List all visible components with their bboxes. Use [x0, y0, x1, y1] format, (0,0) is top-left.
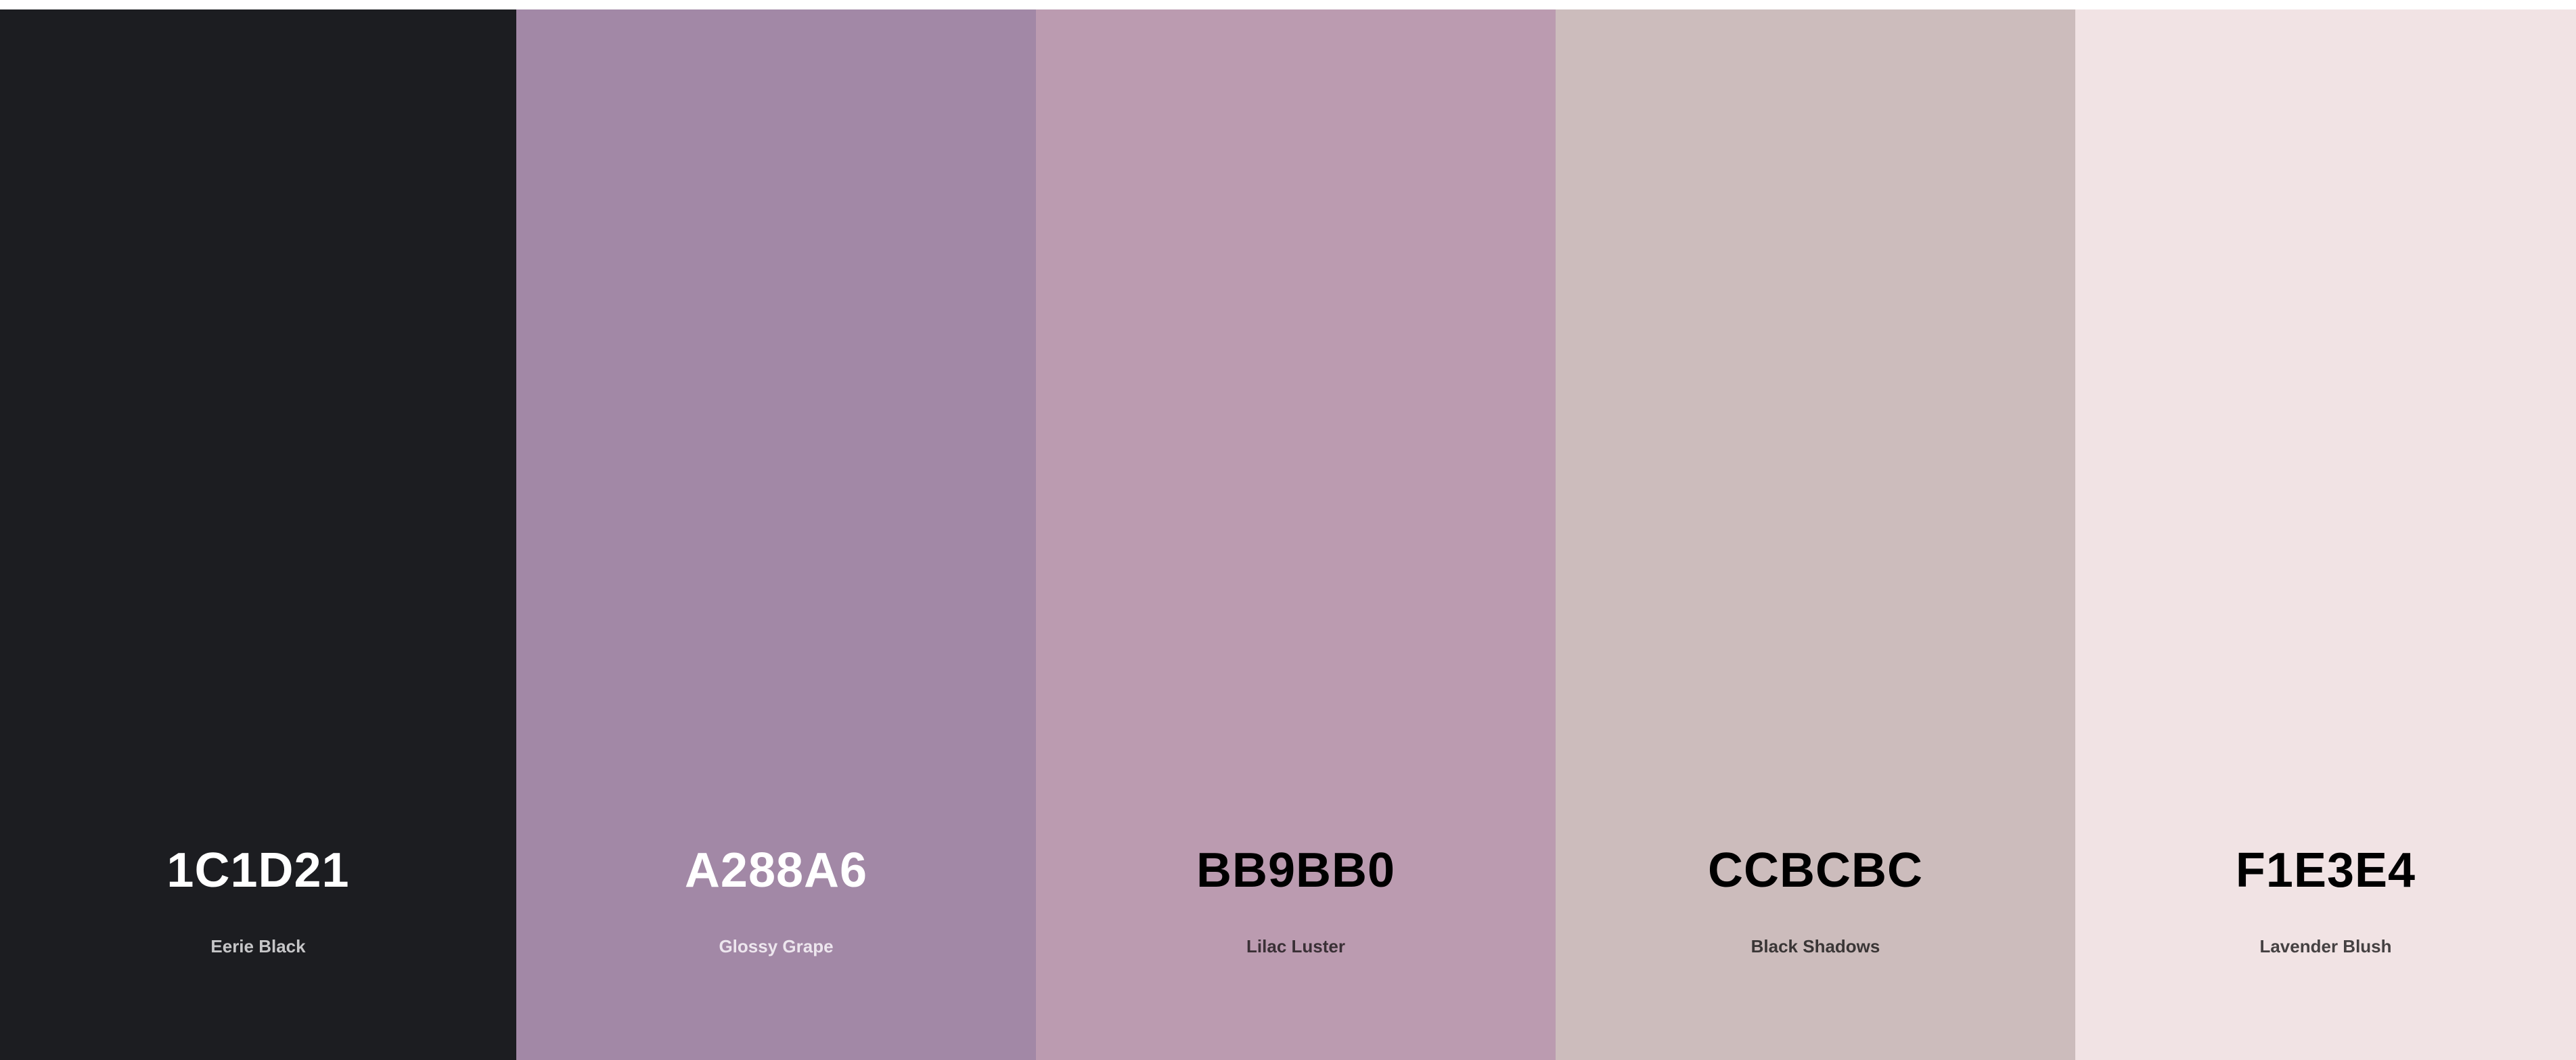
swatch-hex-code[interactable]: 1C1D21 [0, 846, 516, 895]
color-palette: 1C1D21 Eerie Black A288A6 Glossy Grape B… [0, 9, 2576, 1060]
swatch-hex-code[interactable]: A288A6 [516, 846, 1036, 895]
swatch-hex-code[interactable]: CCBCBC [1556, 846, 2075, 895]
swatch-color-name: Eerie Black [210, 936, 306, 956]
swatch-hex-code[interactable]: BB9BB0 [1036, 846, 1556, 895]
color-swatch-lilac-luster[interactable]: BB9BB0 Lilac Luster [1036, 9, 1556, 1060]
swatch-color-name: Lavender Blush [2259, 936, 2392, 956]
top-strip [0, 0, 2576, 9]
swatch-color-name: Glossy Grape [719, 936, 834, 956]
color-swatch-eerie-black[interactable]: 1C1D21 Eerie Black [0, 9, 516, 1060]
color-swatch-glossy-grape[interactable]: A288A6 Glossy Grape [516, 9, 1036, 1060]
color-swatch-black-shadows[interactable]: CCBCBC Black Shadows [1556, 9, 2075, 1060]
color-swatch-lavender-blush[interactable]: F1E3E4 Lavender Blush [2075, 9, 2576, 1060]
swatch-color-name: Lilac Luster [1246, 936, 1345, 956]
swatch-hex-code[interactable]: F1E3E4 [2075, 846, 2576, 895]
swatch-color-name: Black Shadows [1750, 936, 1880, 956]
